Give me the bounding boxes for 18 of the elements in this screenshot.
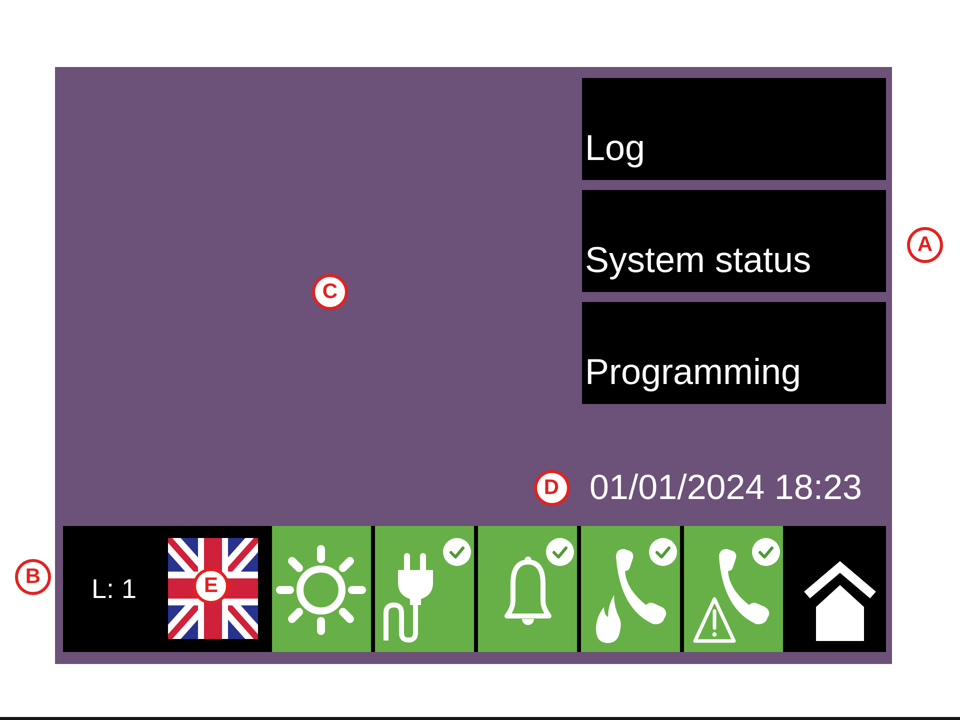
house-icon (803, 561, 877, 641)
menu-button[interactable]: Programming (582, 302, 886, 404)
date-time-text: 01/01/2024 18:23 (590, 468, 862, 508)
status-tile[interactable] (375, 526, 474, 652)
status-tile[interactable] (478, 526, 577, 652)
status-tile[interactable] (581, 526, 680, 652)
callout-marker: C (312, 274, 348, 310)
callout-marker: D (534, 470, 570, 506)
plug-icon (383, 553, 435, 643)
status-tile[interactable] (272, 526, 371, 652)
menu-button[interactable]: Log (582, 78, 886, 180)
user-level-text: L: 1 (91, 573, 137, 605)
callout-marker: A (907, 227, 943, 263)
status-tile[interactable] (684, 526, 783, 652)
flag-icon[interactable] (168, 538, 258, 639)
callout-marker: B (15, 559, 51, 595)
bell-icon (503, 556, 553, 628)
menu-button[interactable]: System status (582, 190, 886, 292)
